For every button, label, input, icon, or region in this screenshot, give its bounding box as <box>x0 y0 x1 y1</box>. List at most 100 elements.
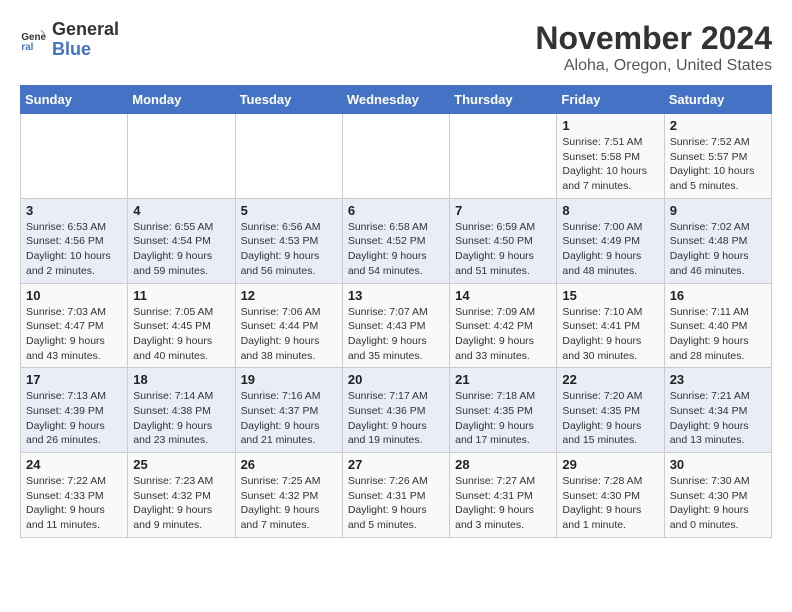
calendar-cell <box>235 114 342 199</box>
day-detail: Sunrise: 7:06 AM Sunset: 4:44 PM Dayligh… <box>241 305 337 364</box>
weekday-header-sunday: Sunday <box>21 86 128 114</box>
svg-text:ral: ral <box>21 42 33 53</box>
day-detail: Sunrise: 7:03 AM Sunset: 4:47 PM Dayligh… <box>26 305 122 364</box>
day-detail: Sunrise: 7:10 AM Sunset: 4:41 PM Dayligh… <box>562 305 658 364</box>
calendar-cell: 21Sunrise: 7:18 AM Sunset: 4:35 PM Dayli… <box>450 368 557 453</box>
calendar-cell: 17 Sunrise: 7:13 AM Sunset: 4:39 PM Dayli… <box>21 368 128 453</box>
calendar-cell <box>450 114 557 199</box>
day-detail: Sunrise: 7:30 AM Sunset: 4:30 PM Dayligh… <box>670 474 766 533</box>
day-number: 12 <box>241 288 337 303</box>
day-detail: Sunrise: 7:05 AM Sunset: 4:45 PM Dayligh… <box>133 305 229 364</box>
week-row-4: 17 Sunrise: 7:13 AM Sunset: 4:39 PM Dayli… <box>21 368 772 453</box>
calendar-cell: 13Sunrise: 7:07 AM Sunset: 4:43 PM Dayli… <box>342 283 449 368</box>
weekday-header-thursday: Thursday <box>450 86 557 114</box>
day-number: 16 <box>670 288 766 303</box>
day-number: 21 <box>455 372 551 387</box>
weekday-header-friday: Friday <box>557 86 664 114</box>
weekday-header-row: SundayMondayTuesdayWednesdayThursdayFrid… <box>21 86 772 114</box>
week-row-2: 3Sunrise: 6:53 AM Sunset: 4:56 PM Daylig… <box>21 198 772 283</box>
day-number: 9 <box>670 203 766 218</box>
calendar-cell: 24Sunrise: 7:22 AM Sunset: 4:33 PM Dayli… <box>21 453 128 538</box>
day-number: 4 <box>133 203 229 218</box>
day-number: 10 <box>26 288 122 303</box>
day-number: 6 <box>348 203 444 218</box>
calendar-cell: 19 Sunrise: 7:16 AM Sunset: 4:37 PM Dayli… <box>235 368 342 453</box>
calendar-cell: 7 Sunrise: 6:59 AM Sunset: 4:50 PM Daylig… <box>450 198 557 283</box>
calendar-cell: 20 Sunrise: 7:17 AM Sunset: 4:36 PM Dayli… <box>342 368 449 453</box>
calendar-cell: 6 Sunrise: 6:58 AM Sunset: 4:52 PM Daylig… <box>342 198 449 283</box>
day-number: 1 <box>562 118 658 133</box>
day-detail: Sunrise: 7:20 AM Sunset: 4:35 PM Dayligh… <box>562 389 658 448</box>
calendar-cell: 27 Sunrise: 7:26 AM Sunset: 4:31 PM Dayli… <box>342 453 449 538</box>
calendar-cell: 3Sunrise: 6:53 AM Sunset: 4:56 PM Daylig… <box>21 198 128 283</box>
day-detail: Sunrise: 7:11 AM Sunset: 4:40 PM Dayligh… <box>670 305 766 364</box>
calendar-cell: 10 Sunrise: 7:03 AM Sunset: 4:47 PM Dayli… <box>21 283 128 368</box>
day-number: 20 <box>348 372 444 387</box>
day-number: 17 <box>26 372 122 387</box>
day-number: 26 <box>241 457 337 472</box>
day-number: 14 <box>455 288 551 303</box>
calendar-cell <box>21 114 128 199</box>
day-number: 29 <box>562 457 658 472</box>
day-detail: Sunrise: 7:52 AM Sunset: 5:57 PM Dayligh… <box>670 135 766 194</box>
day-detail: Sunrise: 7:13 AM Sunset: 4:39 PM Dayligh… <box>26 389 122 448</box>
day-number: 2 <box>670 118 766 133</box>
day-detail: Sunrise: 7:09 AM Sunset: 4:42 PM Dayligh… <box>455 305 551 364</box>
calendar-cell: 25Sunrise: 7:23 AM Sunset: 4:32 PM Dayli… <box>128 453 235 538</box>
day-detail: Sunrise: 7:28 AM Sunset: 4:30 PM Dayligh… <box>562 474 658 533</box>
day-number: 7 <box>455 203 551 218</box>
day-detail: Sunrise: 7:17 AM Sunset: 4:36 PM Dayligh… <box>348 389 444 448</box>
weekday-header-tuesday: Tuesday <box>235 86 342 114</box>
calendar-cell: 8Sunrise: 7:00 AM Sunset: 4:49 PM Daylig… <box>557 198 664 283</box>
week-row-5: 24Sunrise: 7:22 AM Sunset: 4:33 PM Dayli… <box>21 453 772 538</box>
day-detail: Sunrise: 6:53 AM Sunset: 4:56 PM Dayligh… <box>26 220 122 279</box>
day-detail: Sunrise: 7:02 AM Sunset: 4:48 PM Dayligh… <box>670 220 766 279</box>
day-detail: Sunrise: 6:59 AM Sunset: 4:50 PM Dayligh… <box>455 220 551 279</box>
day-number: 5 <box>241 203 337 218</box>
day-number: 23 <box>670 372 766 387</box>
day-number: 24 <box>26 457 122 472</box>
day-detail: Sunrise: 7:51 AM Sunset: 5:58 PM Dayligh… <box>562 135 658 194</box>
calendar-cell: 9 Sunrise: 7:02 AM Sunset: 4:48 PM Daylig… <box>664 198 771 283</box>
calendar-cell: 14 Sunrise: 7:09 AM Sunset: 4:42 PM Dayli… <box>450 283 557 368</box>
day-detail: Sunrise: 6:58 AM Sunset: 4:52 PM Dayligh… <box>348 220 444 279</box>
day-number: 27 <box>348 457 444 472</box>
calendar-cell: 2 Sunrise: 7:52 AM Sunset: 5:57 PM Daylig… <box>664 114 771 199</box>
day-detail: Sunrise: 7:14 AM Sunset: 4:38 PM Dayligh… <box>133 389 229 448</box>
day-detail: Sunrise: 7:27 AM Sunset: 4:31 PM Dayligh… <box>455 474 551 533</box>
logo-icon: Gene ral <box>20 26 48 54</box>
day-detail: Sunrise: 7:07 AM Sunset: 4:43 PM Dayligh… <box>348 305 444 364</box>
logo-line1: General <box>52 20 119 40</box>
calendar-cell: 4 Sunrise: 6:55 AM Sunset: 4:54 PM Daylig… <box>128 198 235 283</box>
day-number: 15 <box>562 288 658 303</box>
day-detail: Sunrise: 6:55 AM Sunset: 4:54 PM Dayligh… <box>133 220 229 279</box>
calendar-cell: 12 Sunrise: 7:06 AM Sunset: 4:44 PM Dayli… <box>235 283 342 368</box>
day-detail: Sunrise: 7:00 AM Sunset: 4:49 PM Dayligh… <box>562 220 658 279</box>
day-number: 28 <box>455 457 551 472</box>
calendar-header: SundayMondayTuesdayWednesdayThursdayFrid… <box>21 86 772 114</box>
week-row-1: 1 Sunrise: 7:51 AM Sunset: 5:58 PM Daylig… <box>21 114 772 199</box>
header: Gene ral General Blue November 2024 Aloh… <box>20 20 772 75</box>
location-subtitle: Aloha, Oregon, United States <box>535 57 772 75</box>
weekday-header-monday: Monday <box>128 86 235 114</box>
day-detail: Sunrise: 7:16 AM Sunset: 4:37 PM Dayligh… <box>241 389 337 448</box>
weekday-header-saturday: Saturday <box>664 86 771 114</box>
day-detail: Sunrise: 7:23 AM Sunset: 4:32 PM Dayligh… <box>133 474 229 533</box>
calendar-cell <box>128 114 235 199</box>
calendar-cell: 16 Sunrise: 7:11 AM Sunset: 4:40 PM Dayli… <box>664 283 771 368</box>
day-detail: Sunrise: 7:21 AM Sunset: 4:34 PM Dayligh… <box>670 389 766 448</box>
day-number: 22 <box>562 372 658 387</box>
calendar-cell: 5Sunrise: 6:56 AM Sunset: 4:53 PM Daylig… <box>235 198 342 283</box>
day-number: 30 <box>670 457 766 472</box>
calendar-cell: 18Sunrise: 7:14 AM Sunset: 4:38 PM Dayli… <box>128 368 235 453</box>
day-detail: Sunrise: 7:26 AM Sunset: 4:31 PM Dayligh… <box>348 474 444 533</box>
calendar-body: 1 Sunrise: 7:51 AM Sunset: 5:58 PM Daylig… <box>21 114 772 538</box>
title-area: November 2024 Aloha, Oregon, United Stat… <box>535 20 772 75</box>
calendar-cell: 26Sunrise: 7:25 AM Sunset: 4:32 PM Dayli… <box>235 453 342 538</box>
calendar-cell: 23 Sunrise: 7:21 AM Sunset: 4:34 PM Dayli… <box>664 368 771 453</box>
logo-text: General Blue <box>52 20 119 60</box>
weekday-header-wednesday: Wednesday <box>342 86 449 114</box>
calendar-table: SundayMondayTuesdayWednesdayThursdayFrid… <box>20 85 772 538</box>
day-number: 11 <box>133 288 229 303</box>
day-number: 19 <box>241 372 337 387</box>
